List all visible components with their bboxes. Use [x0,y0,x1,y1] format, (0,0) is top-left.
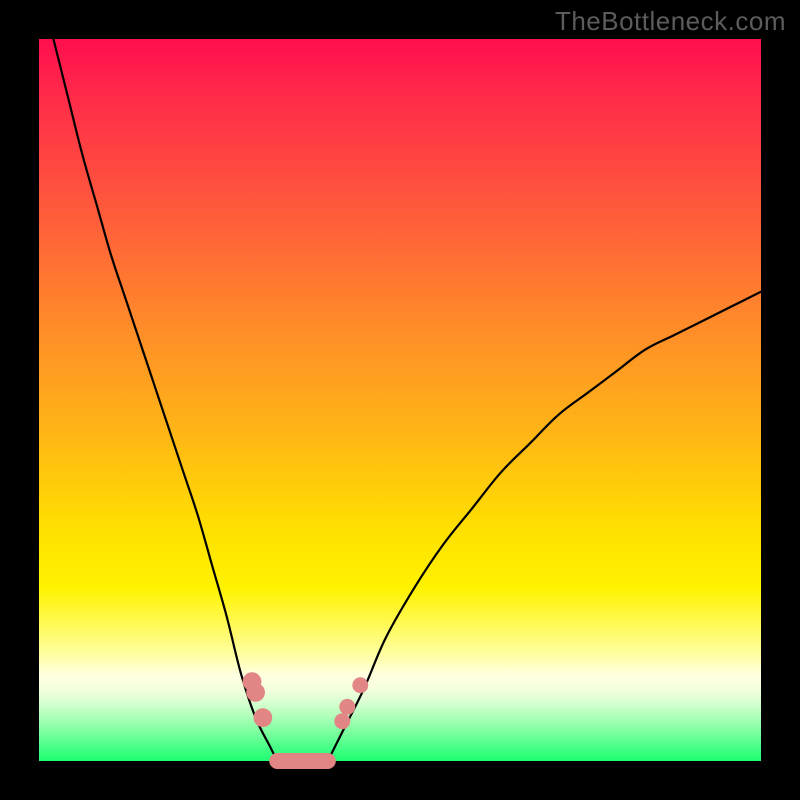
marker-left-dot-3 [253,708,272,727]
marker-right-dot-3 [352,677,368,693]
chart-frame: TheBottleneck.com [0,0,800,800]
chart-svg [39,39,761,761]
series-left-curve [53,39,277,761]
marker-right-dot-1 [334,713,350,729]
watermark-text: TheBottleneck.com [555,6,786,37]
plot-area [39,39,761,761]
marker-left-dot-2 [246,683,265,702]
series-right-curve [328,292,761,761]
marker-right-dot-2 [339,699,355,715]
